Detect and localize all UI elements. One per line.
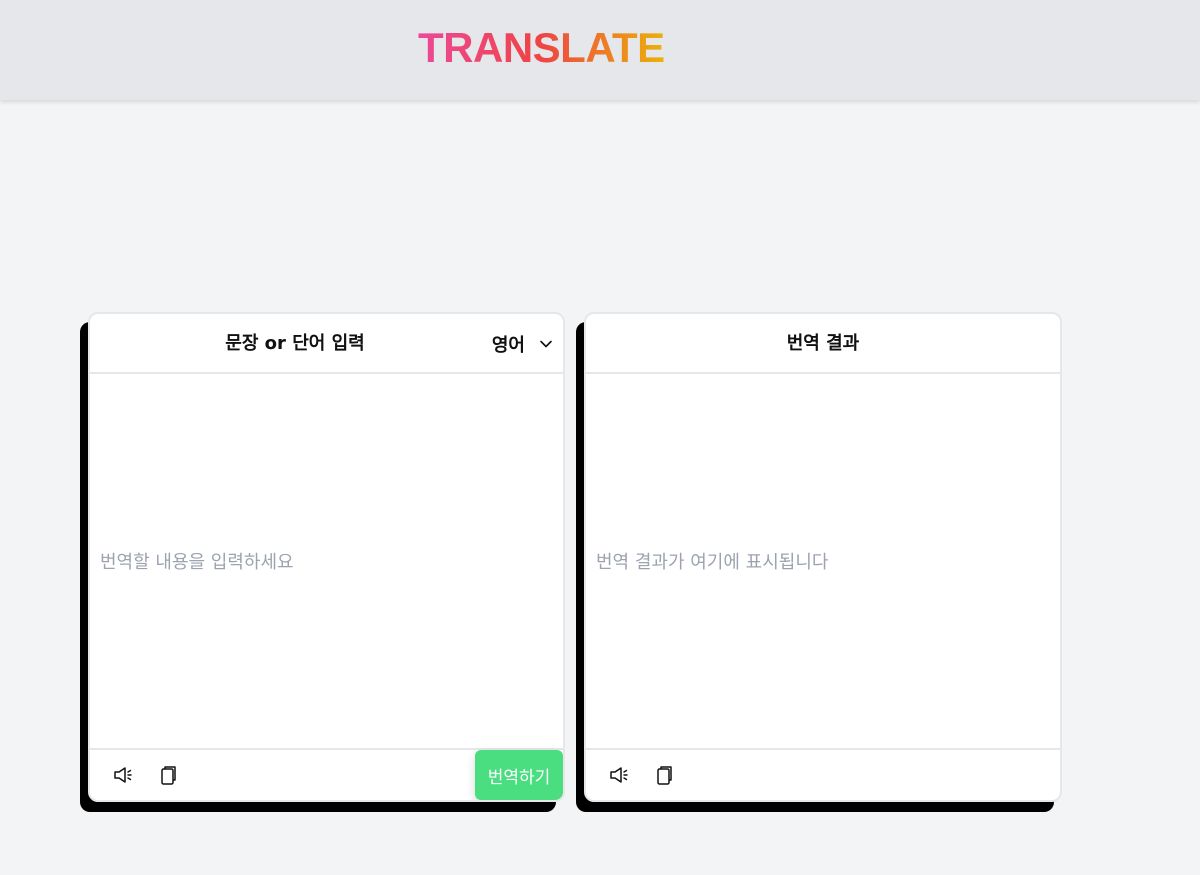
speak-source-button[interactable] <box>110 762 136 788</box>
copy-icon <box>657 766 672 785</box>
speaker-icon <box>610 767 628 783</box>
app-logo: TRANSLATE <box>418 24 665 71</box>
translate-button[interactable]: 번역하기 <box>475 750 563 800</box>
speak-result-button[interactable] <box>606 762 632 788</box>
copy-icon <box>161 766 176 785</box>
source-panel-footer: 번역하기 <box>90 748 563 800</box>
source-panel-title: 문장 or 단어 입력 <box>225 333 365 354</box>
source-input-placeholder: 번역할 내용을 입력하세요 <box>100 552 294 573</box>
result-output-placeholder: 번역 결과가 여기에 표시됩니다 <box>596 552 829 573</box>
result-panel-header: 번역 결과 <box>586 314 1060 374</box>
source-input-area: 번역할 내용을 입력하세요 <box>90 374 563 748</box>
result-panel-footer <box>586 748 1060 800</box>
chevron-down-icon <box>540 340 552 348</box>
top-bar: TRANSLATE <box>0 0 1200 100</box>
speaker-icon <box>114 767 132 783</box>
source-panel-header: 문장 or 단어 입력 영어 <box>90 314 563 374</box>
copy-source-button[interactable] <box>155 762 181 788</box>
source-panel: 문장 or 단어 입력 영어 번역할 내용을 입력하세요 번역하기 <box>88 312 565 802</box>
language-select[interactable]: 영어 <box>492 314 553 374</box>
result-output-area: 번역 결과가 여기에 표시됩니다 <box>586 374 1060 748</box>
copy-result-button[interactable] <box>651 762 677 788</box>
result-panel-title: 번역 결과 <box>786 333 860 354</box>
language-select-value: 영어 <box>491 335 525 356</box>
result-panel: 번역 결과 번역 결과가 여기에 표시됩니다 <box>584 312 1062 802</box>
